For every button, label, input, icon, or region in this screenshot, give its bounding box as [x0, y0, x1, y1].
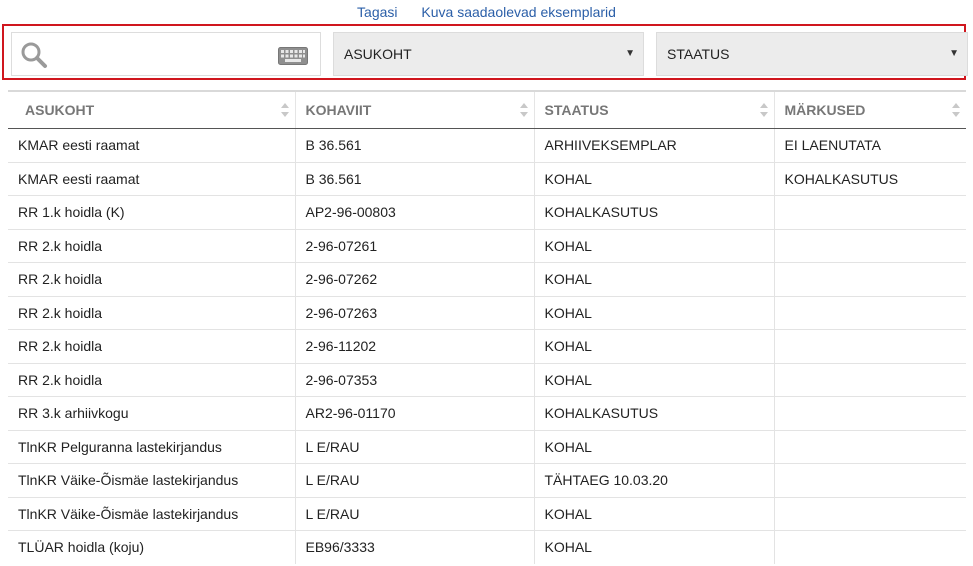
status-cell: KOHALKASUTUS: [533, 195, 774, 229]
location-cell: KMAR eesti raamat: [8, 161, 295, 196]
notes-cell: KOHALKASUTUS: [773, 161, 966, 196]
location-cell[interactable]: TlnKR Väike-Õismäe lastekirjandus: [8, 496, 295, 531]
location-cell: RR 2.k hoidla: [8, 362, 295, 397]
status-cell: KOHAL: [533, 496, 774, 531]
location-cell: RR 3.k arhiivkogu: [8, 396, 295, 430]
search-box[interactable]: [11, 32, 321, 76]
status-cell: KOHAL: [533, 228, 774, 263]
call-number-link[interactable]: 2-96-07263: [294, 295, 534, 330]
table-row: KMAR eesti raamat B 36.561 KOHAL KOHALKASUT…: [8, 161, 966, 196]
call-number-link[interactable]: L E/RAU: [294, 463, 534, 497]
search-input[interactable]: [56, 39, 280, 71]
table-row: RR 2.k hoidla 2-96-07353 KOHAL: [8, 362, 966, 397]
location-cell: RR 1.k hoidla (K): [8, 195, 295, 229]
sort-icon[interactable]: [519, 103, 528, 117]
holdings-table: ASUKOHT KOHAVIIT STAATUS MÄRKUSED KMAR e…: [8, 90, 966, 564]
status-cell: KOHAL: [533, 329, 774, 363]
location-cell[interactable]: TLÜAR hoidla (koju): [8, 530, 295, 564]
status-select[interactable]: STAATUS ▼: [656, 32, 968, 76]
back-link[interactable]: Tagasi: [357, 4, 397, 20]
location-select-value: ASUKOHT: [344, 46, 412, 62]
sort-icon[interactable]: [759, 103, 768, 117]
table-row: TlnKR Väike-Õismäe lastekirjandus L E/RAU…: [8, 463, 966, 497]
call-number-link[interactable]: EB96/3333: [294, 530, 534, 564]
notes-cell: EI LAENUTATA: [773, 128, 966, 162]
location-cell: RR 2.k hoidla: [8, 262, 295, 296]
status-cell: ARHIIVEKSEMPLAR: [533, 128, 774, 162]
table-row: RR 2.k hoidla 2-96-07262 KOHAL: [8, 262, 966, 296]
notes-cell: [773, 228, 966, 263]
call-number-link[interactable]: B 36.561: [294, 128, 534, 162]
call-number-link[interactable]: B 36.561: [294, 161, 534, 196]
notes-cell: [773, 262, 966, 296]
location-cell: RR 2.k hoidla: [8, 295, 295, 330]
column-header-status[interactable]: STAATUS: [533, 91, 774, 129]
table-row: RR 2.k hoidla 2-96-07261 KOHAL: [8, 228, 966, 263]
notes-cell: [773, 496, 966, 531]
call-number-link[interactable]: 2-96-07261: [294, 228, 534, 263]
show-available-link[interactable]: Kuva saadaolevad eksemplarid: [421, 4, 616, 20]
chevron-down-icon: ▼: [625, 48, 635, 59]
location-cell: RR 2.k hoidla: [8, 329, 295, 363]
table-row: RR 3.k arhiivkogu AR2-96-01170 KOHALKASUTU…: [8, 396, 966, 430]
chevron-down-icon: ▼: [949, 48, 959, 59]
call-number-link[interactable]: 2-96-11202: [294, 329, 534, 363]
notes-cell: [773, 429, 966, 464]
call-number-link[interactable]: AR2-96-01170: [294, 396, 534, 430]
status-cell: KOHAL: [533, 295, 774, 330]
table-row: KMAR eesti raamat B 36.561 ARHIIVEKSEMPLAR…: [8, 128, 966, 162]
notes-cell: [773, 530, 966, 564]
notes-cell: [773, 396, 966, 430]
table-row: TLÜAR hoidla (koju) EB96/3333 KOHAL: [8, 530, 966, 564]
status-cell: TÄHTAEG 10.03.20: [533, 463, 774, 497]
keyboard-icon[interactable]: [278, 47, 308, 65]
status-cell: KOHALKASUTUS: [533, 396, 774, 430]
column-header-call-number[interactable]: KOHAVIIT: [294, 91, 534, 129]
location-cell[interactable]: TlnKR Väike-Õismäe lastekirjandus: [8, 463, 295, 497]
status-select-value: STAATUS: [667, 46, 730, 62]
status-cell: KOHAL: [533, 429, 774, 464]
status-cell: KOHAL: [533, 530, 774, 564]
top-links: Tagasi Kuva saadaolevad eksemplarid: [0, 3, 973, 21]
sort-icon[interactable]: [952, 103, 960, 117]
location-cell: KMAR eesti raamat: [8, 128, 295, 162]
table-header-row: ASUKOHT KOHAVIIT STAATUS MÄRKUSED: [8, 91, 966, 129]
table-row: TlnKR Pelguranna lastekirjandus L E/RAU KO…: [8, 429, 966, 464]
search-icon[interactable]: [20, 41, 48, 69]
status-cell: KOHAL: [533, 161, 774, 196]
call-number-link[interactable]: 2-96-07353: [294, 362, 534, 397]
location-select[interactable]: ASUKOHT ▼: [333, 32, 644, 76]
status-cell: KOHAL: [533, 262, 774, 296]
table-row: RR 2.k hoidla 2-96-07263 KOHAL: [8, 295, 966, 330]
column-header-notes[interactable]: MÄRKUSED: [773, 91, 966, 129]
call-number-link[interactable]: 2-96-07262: [294, 262, 534, 296]
call-number-link[interactable]: L E/RAU: [294, 496, 534, 531]
notes-cell: [773, 463, 966, 497]
notes-cell: [773, 362, 966, 397]
sort-icon[interactable]: [280, 103, 289, 117]
call-number-link[interactable]: AP2-96-00803: [294, 195, 534, 229]
column-header-location[interactable]: ASUKOHT: [8, 91, 295, 129]
status-cell: KOHAL: [533, 362, 774, 397]
notes-cell: [773, 295, 966, 330]
location-cell: RR 2.k hoidla: [8, 228, 295, 263]
table-row: TlnKR Väike-Õismäe lastekirjandus L E/RAU…: [8, 496, 966, 531]
filter-bar: ASUKOHT ▼ STAATUS ▼: [2, 24, 968, 80]
location-cell[interactable]: TlnKR Pelguranna lastekirjandus: [8, 429, 295, 464]
table-row: RR 2.k hoidla 2-96-11202 KOHAL: [8, 329, 966, 363]
notes-cell: [773, 195, 966, 229]
table-row: RR 1.k hoidla (K) AP2-96-00803 KOHALKASUTU…: [8, 195, 966, 229]
call-number-link[interactable]: L E/RAU: [294, 429, 534, 464]
notes-cell: [773, 329, 966, 363]
